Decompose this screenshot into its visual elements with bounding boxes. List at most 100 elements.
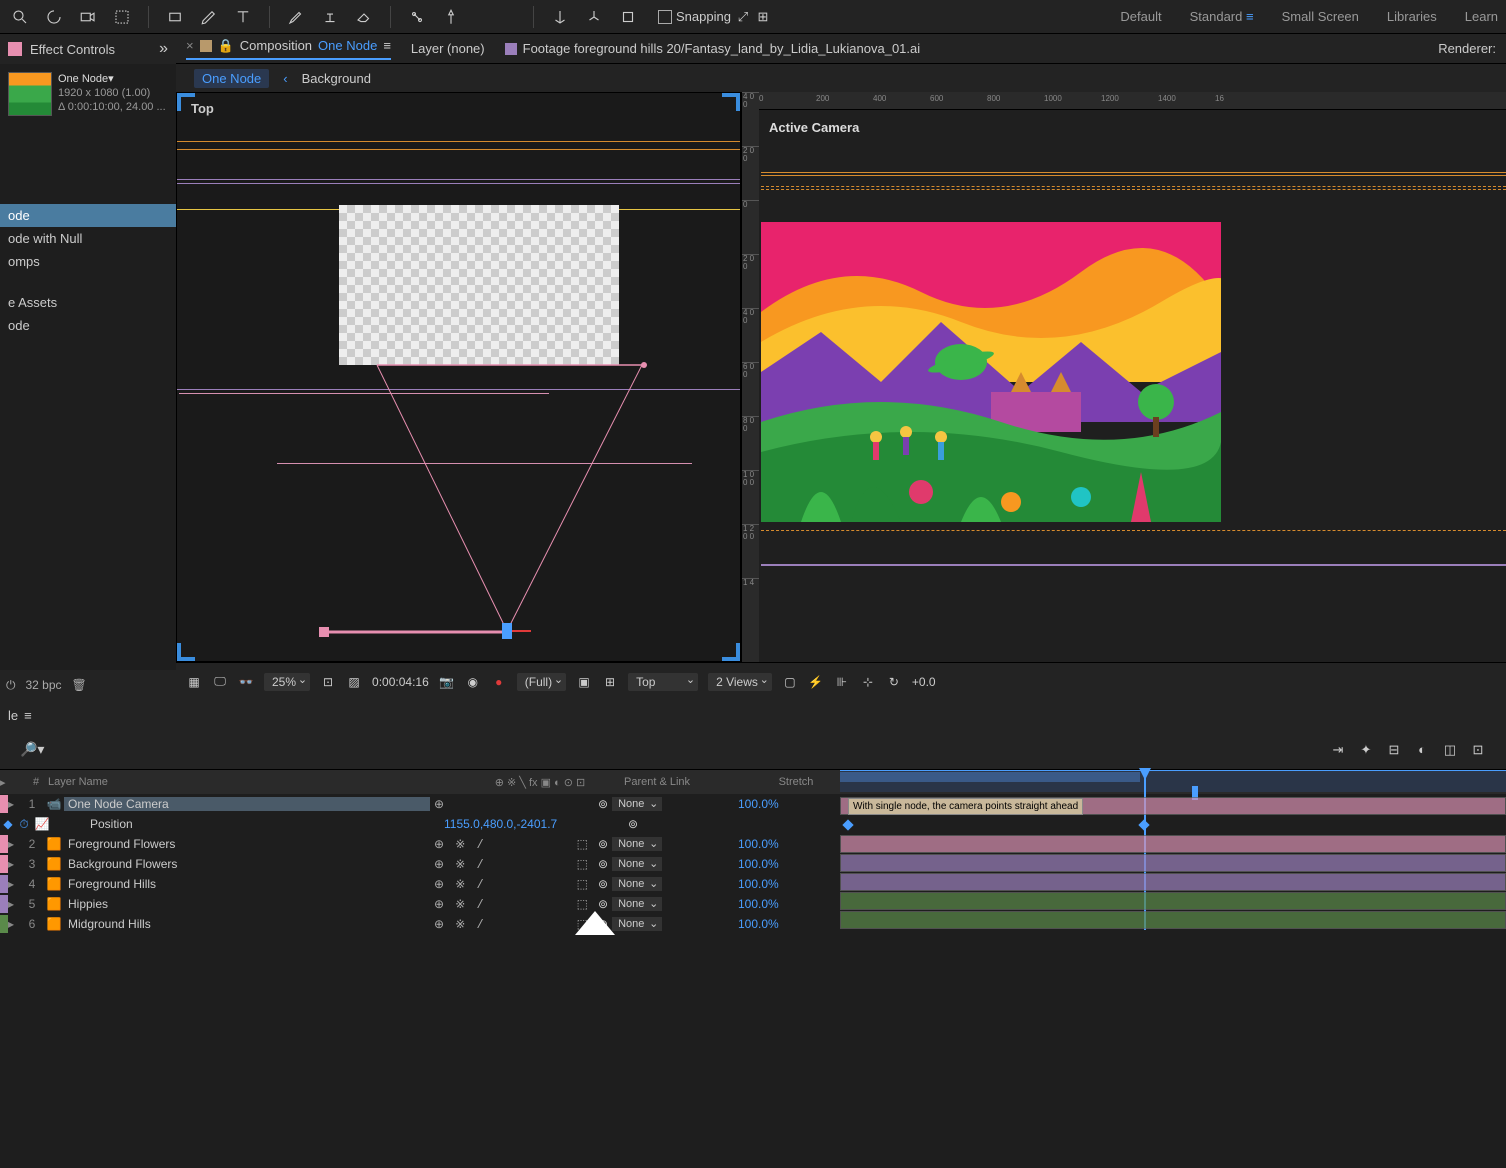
tab-menu-icon[interactable]: ≡ bbox=[383, 38, 391, 53]
draft-3d-icon[interactable]: ✦ bbox=[1358, 742, 1374, 758]
bpc-icon[interactable]: ⏻ bbox=[6, 678, 16, 693]
twirl-icon[interactable]: ▸ bbox=[8, 897, 20, 911]
effect-controls-tab[interactable]: Effect Controls » bbox=[0, 34, 176, 64]
active-camera-view[interactable]: 020040060080010001200140016 Active Camer… bbox=[759, 92, 1506, 662]
lock-icon[interactable]: 🔒 bbox=[218, 38, 234, 54]
layer-name[interactable]: Hippies bbox=[64, 897, 430, 911]
region-tool-icon[interactable] bbox=[110, 5, 134, 29]
stretch-value[interactable]: 100.0% bbox=[728, 877, 816, 891]
workspace-libraries[interactable]: Libraries bbox=[1387, 9, 1437, 24]
composition-mini-flowchart-icon[interactable]: ⇥ bbox=[1330, 742, 1346, 758]
layer-name[interactable]: Midground Hills bbox=[64, 917, 430, 931]
timecode[interactable]: 0:00:04:16 bbox=[372, 675, 429, 689]
timeline-icon[interactable]: ⊪ bbox=[834, 674, 850, 690]
views-layout-dropdown[interactable]: 2 Views bbox=[708, 673, 772, 691]
bpc-label[interactable]: 32 bpc bbox=[26, 678, 62, 692]
pickwhip-icon[interactable]: ⊚ bbox=[598, 857, 608, 871]
workspace-standard[interactable]: Standard ≡ bbox=[1190, 9, 1254, 24]
twirl-icon[interactable]: ▸ bbox=[8, 917, 20, 931]
axis-local-icon[interactable] bbox=[548, 5, 572, 29]
workspace-default[interactable]: Default bbox=[1120, 9, 1161, 24]
layer-switches[interactable]: ⊕ ※ / ⬚ bbox=[430, 897, 598, 912]
axis-view-icon[interactable] bbox=[616, 5, 640, 29]
type-tool-icon[interactable] bbox=[231, 5, 255, 29]
stretch-value[interactable]: 100.0% bbox=[728, 917, 816, 931]
pickwhip-icon[interactable]: ⊚ bbox=[598, 837, 608, 851]
twirl-icon[interactable]: ▸ bbox=[8, 877, 20, 891]
layer-duration-bar[interactable] bbox=[840, 854, 1506, 872]
shy-icon[interactable]: ⊡ bbox=[1470, 742, 1486, 758]
grid-icon[interactable]: ▦ bbox=[186, 674, 202, 690]
layer-name[interactable]: Background Flowers bbox=[64, 857, 430, 871]
clone-stamp-icon[interactable] bbox=[318, 5, 342, 29]
monitor-icon[interactable]: 🖵 bbox=[212, 674, 228, 690]
grid-toggle-icon[interactable]: ⊞ bbox=[602, 674, 618, 690]
comp-thumbnail[interactable] bbox=[8, 72, 52, 116]
exposure-value[interactable]: +0.0 bbox=[912, 675, 936, 689]
parent-dropdown[interactable]: None bbox=[612, 797, 662, 811]
reset-exposure-icon[interactable]: ↻ bbox=[886, 674, 902, 690]
parent-dropdown[interactable]: None bbox=[612, 917, 662, 931]
layer-color[interactable] bbox=[0, 875, 8, 893]
search-icon[interactable] bbox=[8, 5, 32, 29]
stretch-value[interactable]: 100.0% bbox=[728, 897, 816, 911]
res-half-icon[interactable]: ⊡ bbox=[320, 674, 336, 690]
layer-bounds[interactable] bbox=[339, 205, 619, 365]
zoom-dropdown[interactable]: 25% bbox=[264, 673, 310, 691]
parent-dropdown[interactable]: None bbox=[612, 877, 662, 891]
layer-switches[interactable]: ⊕ ※ / ⬚ bbox=[430, 877, 598, 892]
channels-icon[interactable]: ● bbox=[491, 674, 507, 690]
layer-name[interactable]: One Node Camera bbox=[64, 797, 430, 811]
layer-color[interactable] bbox=[0, 835, 8, 853]
view-dropdown[interactable]: Top bbox=[628, 673, 698, 691]
motion-blur-icon[interactable]: ◐ bbox=[1414, 742, 1430, 758]
layer-name[interactable]: Foreground Hills bbox=[64, 877, 430, 891]
layer-duration-bar[interactable] bbox=[840, 835, 1506, 853]
collapse-icon[interactable]: » bbox=[159, 40, 168, 58]
layer-tab[interactable]: Layer (none) bbox=[411, 41, 485, 56]
layer-switches[interactable]: ⊕ ※ / ⬚ bbox=[430, 917, 598, 932]
axis-world-icon[interactable] bbox=[582, 5, 606, 29]
layer-duration-bar[interactable] bbox=[840, 911, 1506, 929]
mask-icon[interactable]: 👓 bbox=[238, 674, 254, 690]
workspace-learn[interactable]: Learn bbox=[1465, 9, 1498, 24]
project-item[interactable]: omps bbox=[0, 250, 176, 273]
layer-color[interactable] bbox=[0, 915, 8, 933]
snapping-checkbox[interactable] bbox=[658, 10, 672, 24]
layer-duration-bar[interactable] bbox=[840, 892, 1506, 910]
project-item[interactable]: ode bbox=[0, 314, 176, 337]
puppet-tool-icon[interactable] bbox=[405, 5, 429, 29]
pickwhip-icon[interactable]: ⊚ bbox=[598, 897, 608, 911]
twirl-icon[interactable]: ▸ bbox=[8, 857, 20, 871]
layer-switches[interactable]: ⊕ bbox=[430, 797, 598, 812]
eraser-tool-icon[interactable] bbox=[352, 5, 376, 29]
panel-menu-icon[interactable]: ≡ bbox=[24, 708, 32, 723]
layer-switches[interactable]: ⊕ ※ / ⬚ bbox=[430, 837, 598, 852]
twirl-icon[interactable]: ▸ bbox=[8, 797, 20, 811]
layer-switches[interactable]: ⊕ ※ / ⬚ bbox=[430, 857, 598, 872]
twirl-icon[interactable]: ▸ bbox=[8, 837, 20, 851]
pin-tool-icon[interactable] bbox=[439, 5, 463, 29]
keyframe-nav-icon[interactable]: ◆ bbox=[0, 817, 16, 831]
stretch-value[interactable]: 100.0% bbox=[728, 857, 816, 871]
workspace-small-screen[interactable]: Small Screen bbox=[1282, 9, 1359, 24]
stopwatch-icon[interactable]: ⏱ bbox=[16, 817, 32, 832]
footage-tab[interactable]: Footage foreground hills 20/Fantasy_land… bbox=[505, 41, 921, 56]
trash-icon[interactable]: 🗑 bbox=[72, 678, 87, 692]
camera-tool-icon[interactable] bbox=[76, 5, 100, 29]
snapshot-icon[interactable]: 📷 bbox=[439, 674, 455, 690]
stretch-value[interactable]: 100.0% bbox=[728, 797, 816, 811]
graph-icon[interactable]: 📈 bbox=[32, 817, 52, 831]
timeline-tab-label[interactable]: le bbox=[8, 708, 18, 723]
frame-blend-icon[interactable]: ⊟ bbox=[1386, 742, 1402, 758]
graph-editor-icon[interactable]: ◫ bbox=[1442, 742, 1458, 758]
layer-color[interactable] bbox=[0, 895, 8, 913]
parent-dropdown[interactable]: None bbox=[612, 897, 662, 911]
roi-icon[interactable]: ▣ bbox=[576, 674, 592, 690]
pickwhip-icon[interactable]: ⊚ bbox=[598, 797, 608, 811]
show-snapshot-icon[interactable]: ◉ bbox=[465, 674, 481, 690]
snap-grid-icon[interactable]: ⊞ bbox=[755, 5, 771, 29]
pen-tool-icon[interactable] bbox=[197, 5, 221, 29]
layer-color[interactable] bbox=[0, 855, 8, 873]
layer-duration-bar[interactable] bbox=[840, 816, 1506, 834]
